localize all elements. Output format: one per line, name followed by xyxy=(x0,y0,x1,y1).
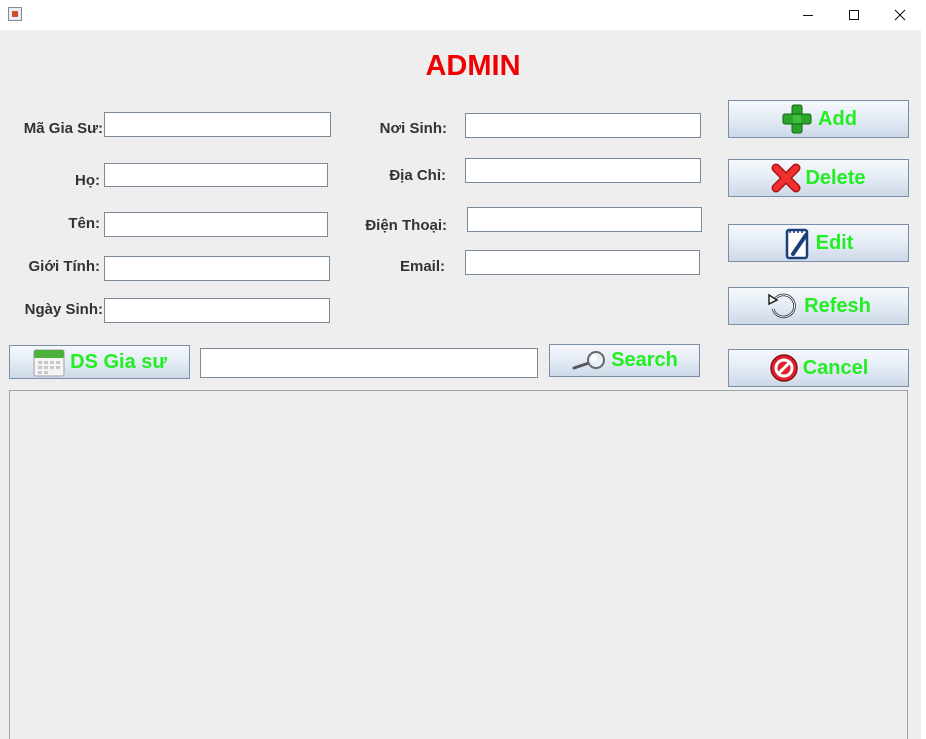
edit-button-label: Edit xyxy=(815,231,854,254)
search-button[interactable]: Search xyxy=(549,344,700,377)
window-border xyxy=(921,30,926,739)
plus-icon xyxy=(782,104,812,134)
ten-label: Tên: xyxy=(68,215,100,232)
cancel-icon xyxy=(769,354,798,382)
ho-label: Họ: xyxy=(75,172,100,189)
add-button-label: Add xyxy=(818,107,857,130)
ma-gia-su-label: Mã Gia Sư: xyxy=(23,120,103,137)
minimize-icon xyxy=(803,15,813,16)
refresh-icon xyxy=(768,293,796,319)
java-app-icon xyxy=(8,7,22,21)
email-field[interactable] xyxy=(465,250,700,275)
ds-gia-su-button-label: DS Gia sư xyxy=(70,350,167,373)
ho-field[interactable] xyxy=(104,163,328,187)
gioi-tinh-field[interactable] xyxy=(104,256,330,281)
ngay-sinh-field[interactable] xyxy=(104,298,330,323)
cancel-button-label: Cancel xyxy=(802,356,869,379)
delete-button-label: Delete xyxy=(805,166,866,189)
ten-field[interactable] xyxy=(104,212,328,237)
edit-button[interactable]: Edit xyxy=(728,224,909,262)
gioi-tinh-label: Giới Tính: xyxy=(28,258,100,275)
calendar-icon xyxy=(33,349,65,377)
ngay-sinh-label: Ngày Sinh: xyxy=(24,301,103,318)
noi-sinh-field[interactable] xyxy=(465,113,701,138)
minimize-button[interactable] xyxy=(785,0,831,30)
refresh-button[interactable]: Refesh xyxy=(728,287,909,325)
search-input[interactable] xyxy=(200,348,538,378)
refresh-button-label: Refesh xyxy=(804,294,871,317)
search-button-label: Search xyxy=(611,349,678,371)
magnifier-icon xyxy=(572,350,606,369)
cancel-button[interactable]: Cancel xyxy=(728,349,909,387)
dia-chi-label: Địa Chỉ: xyxy=(389,167,446,184)
close-icon xyxy=(894,9,906,21)
dia-chi-field[interactable] xyxy=(465,158,701,183)
ds-gia-su-button[interactable]: DS Gia sư xyxy=(9,345,190,379)
dien-thoai-field[interactable] xyxy=(467,207,702,232)
delete-button[interactable]: Delete xyxy=(728,159,909,197)
window-title-bar xyxy=(0,0,926,30)
page-title: ADMIN xyxy=(425,50,521,82)
ma-gia-su-field[interactable] xyxy=(104,112,331,137)
email-label: Email: xyxy=(399,258,445,275)
dien-thoai-label: Điện Thoại: xyxy=(365,217,447,234)
x-icon xyxy=(771,163,801,193)
notepad-icon xyxy=(785,228,808,260)
close-button[interactable] xyxy=(877,0,923,30)
maximize-button[interactable] xyxy=(831,0,877,30)
noi-sinh-label: Nơi Sinh: xyxy=(379,120,447,137)
tutor-table-area[interactable] xyxy=(9,390,908,739)
maximize-icon xyxy=(849,10,859,20)
add-button[interactable]: Add xyxy=(728,100,909,138)
